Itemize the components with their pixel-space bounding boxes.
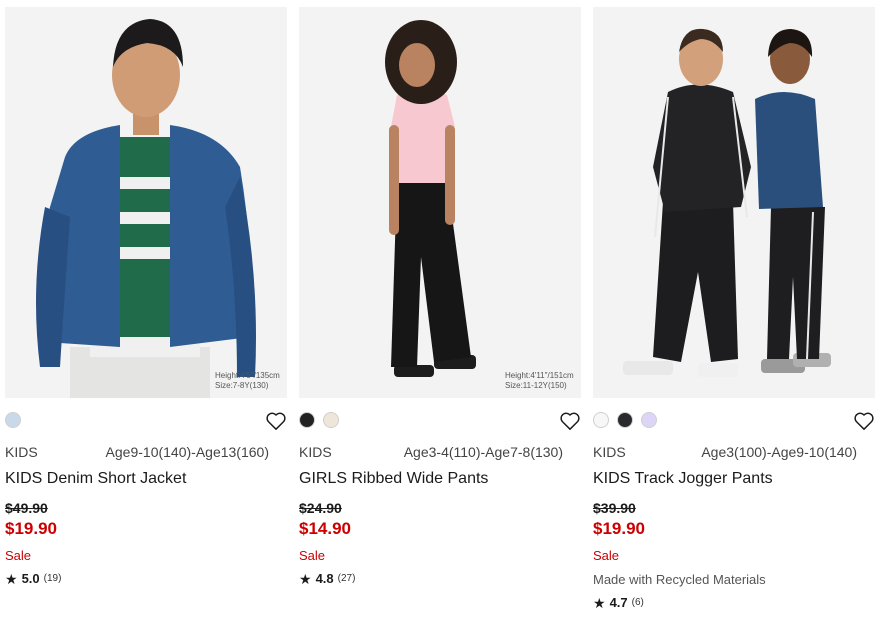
color-swatch[interactable] <box>641 412 657 428</box>
sale-label: Sale <box>299 548 326 563</box>
product-size-range: Age3(100)-Age9-10(140) <box>701 444 857 460</box>
product-rating[interactable]: ★ 4.7 (6) <box>593 595 644 611</box>
model-height-text: Height:4'11"/151cm <box>505 371 574 380</box>
original-price: $49.90 <box>5 500 48 516</box>
model-size-note: Height:4'5"/135cm Size:7-8Y(130) <box>215 371 280 391</box>
product-size-range: Age3-4(110)-Age7-8(130) <box>403 444 563 460</box>
color-swatch[interactable] <box>5 412 21 428</box>
star-icon: ★ <box>5 571 18 587</box>
rating-score: 4.7 <box>609 595 628 610</box>
product-photo <box>5 7 287 398</box>
color-swatch[interactable] <box>617 412 633 428</box>
sale-price: $19.90 <box>593 519 645 538</box>
color-swatch[interactable] <box>299 412 315 428</box>
heart-icon[interactable] <box>853 411 875 431</box>
product-rating[interactable]: ★ 4.8 (27) <box>299 571 355 587</box>
star-icon: ★ <box>593 595 606 611</box>
product-image[interactable]: Height:4'5"/135cm Size:7-8Y(130) <box>5 7 287 398</box>
product-image[interactable] <box>593 7 875 398</box>
product-meta: KIDS Age3(100)-Age9-10(140) <box>593 443 857 461</box>
product-category: KIDS <box>5 444 38 460</box>
rating-score: 5.0 <box>21 571 40 586</box>
original-price: $24.90 <box>299 500 342 516</box>
review-count: (6) <box>631 597 644 608</box>
sale-price: $19.90 <box>5 519 57 538</box>
review-count: (27) <box>337 573 356 584</box>
model-size-note: Height:4'11"/151cm Size:11-12Y(150) <box>505 371 574 391</box>
original-price: $39.90 <box>593 500 636 516</box>
color-swatch[interactable] <box>593 412 609 428</box>
sale-label: Sale <box>5 548 32 563</box>
review-count: (19) <box>43 573 62 584</box>
model-size-text: Size:11-12Y(150) <box>505 381 567 390</box>
sale-label: Sale <box>593 548 620 563</box>
model-size-text: Size:7-8Y(130) <box>215 381 269 390</box>
product-grid: Height:4'5"/135cm Size:7-8Y(130) KIDS Ag… <box>5 7 887 617</box>
heart-icon[interactable] <box>265 411 287 431</box>
product-size-range: Age9-10(140)-Age13(160) <box>105 444 269 460</box>
product-photo <box>299 7 581 398</box>
recycled-materials-note: Made with Recycled Materials <box>593 572 766 587</box>
product-name[interactable]: GIRLS Ribbed Wide Pants <box>299 469 488 489</box>
product-image[interactable]: Height:4'11"/151cm Size:11-12Y(150) <box>299 7 581 398</box>
sale-price: $14.90 <box>299 519 351 538</box>
product-name[interactable]: KIDS Denim Short Jacket <box>5 469 186 489</box>
color-swatches <box>5 412 21 430</box>
product-card[interactable]: KIDS Age3(100)-Age9-10(140) KIDS Track J… <box>593 7 875 617</box>
product-category: KIDS <box>299 444 332 460</box>
heart-icon[interactable] <box>559 411 581 431</box>
product-category: KIDS <box>593 444 626 460</box>
product-name[interactable]: KIDS Track Jogger Pants <box>593 469 773 489</box>
rating-score: 4.8 <box>315 571 334 586</box>
color-swatches <box>299 412 339 430</box>
color-swatch[interactable] <box>323 412 339 428</box>
product-rating[interactable]: ★ 5.0 (19) <box>5 571 61 587</box>
color-swatches <box>593 412 657 430</box>
product-meta: KIDS Age9-10(140)-Age13(160) <box>5 443 269 461</box>
model-height-text: Height:4'5"/135cm <box>215 371 280 380</box>
product-card[interactable]: Height:4'11"/151cm Size:11-12Y(150) KIDS… <box>299 7 581 617</box>
product-card[interactable]: Height:4'5"/135cm Size:7-8Y(130) KIDS Ag… <box>5 7 287 617</box>
star-icon: ★ <box>299 571 312 587</box>
product-photo <box>593 7 875 398</box>
product-meta: KIDS Age3-4(110)-Age7-8(130) <box>299 443 563 461</box>
